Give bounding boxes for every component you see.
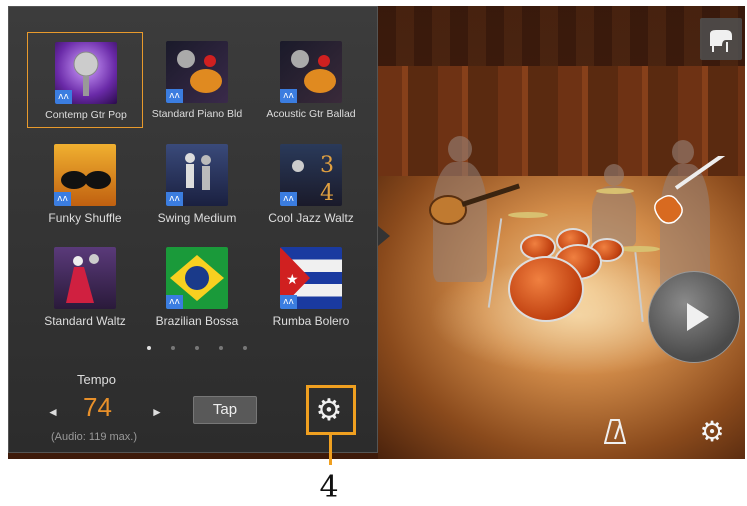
tempo-increase-button[interactable]: ► xyxy=(151,405,163,419)
cymbal xyxy=(508,212,548,218)
page-dot[interactable] xyxy=(171,346,175,350)
audio-icon: ʌʌ xyxy=(280,89,297,103)
jazz-34-icon: 3 4 ʌʌ xyxy=(280,144,342,206)
style-label: Rumba Bolero xyxy=(272,314,350,328)
page-dot[interactable] xyxy=(195,346,199,350)
guitarist-head xyxy=(448,136,472,162)
tempo-value[interactable]: 74 xyxy=(83,392,112,423)
svg-text:3: 3 xyxy=(320,153,334,178)
panel-pointer xyxy=(378,226,390,246)
stage-curtain xyxy=(378,6,745,66)
cuba-flag-icon: ★ ʌʌ xyxy=(280,247,342,309)
page-dot[interactable] xyxy=(219,346,223,350)
style-label: Brazilian Bossa xyxy=(155,314,239,328)
bass-drum xyxy=(508,256,584,322)
svg-text:4: 4 xyxy=(320,181,334,206)
page-dot[interactable] xyxy=(147,346,151,350)
style-label: Funky Shuffle xyxy=(48,211,122,225)
audio-icon: ʌʌ xyxy=(166,192,183,206)
style-player-screen: ⚙ ʌʌ Contemp Gtr Pop ʌʌ Standard Piano B… xyxy=(8,6,745,459)
style-tile[interactable]: ʌʌ Swing Medium xyxy=(139,135,255,231)
audio-icon: ʌʌ xyxy=(166,295,183,309)
cymbal xyxy=(620,246,660,252)
style-tile[interactable]: ʌʌ Contemp Gtr Pop xyxy=(27,32,143,128)
page-indicator xyxy=(147,346,257,352)
style-label: Standard Waltz xyxy=(44,314,126,328)
ballroom-dancers-icon xyxy=(54,247,116,309)
tempo-note: (Audio: 119 max.) xyxy=(51,431,138,443)
sunglasses-icon: ʌʌ xyxy=(54,144,116,206)
piano-icon xyxy=(710,30,732,52)
tap-button[interactable]: Tap xyxy=(193,396,257,424)
dancers-icon: ʌʌ xyxy=(166,144,228,206)
style-tile[interactable]: Standard Waltz xyxy=(27,238,143,334)
bass-guitar-icon xyxy=(654,156,727,224)
svg-text:★: ★ xyxy=(286,271,299,287)
style-tile[interactable]: 3 4 ʌʌ Cool Jazz Waltz xyxy=(253,135,369,231)
acoustic-guitar-icon xyxy=(429,183,520,225)
callout-highlight xyxy=(306,385,356,435)
style-tile[interactable]: ʌʌ Funky Shuffle xyxy=(27,135,143,231)
style-label: Swing Medium xyxy=(157,211,237,225)
style-label: Acoustic Gtr Ballad xyxy=(266,108,356,120)
drummer-head xyxy=(604,164,624,186)
tempo-decrease-button[interactable]: ◄ xyxy=(47,405,59,419)
microphone-guitar-icon: ʌʌ xyxy=(280,41,342,103)
audio-icon: ʌʌ xyxy=(55,90,72,104)
microphone-icon: ʌʌ xyxy=(55,42,117,104)
piano-button[interactable] xyxy=(700,18,742,60)
gear-icon[interactable]: ⚙ xyxy=(696,416,728,448)
tempo-label: Tempo xyxy=(77,372,117,387)
style-label: Cool Jazz Waltz xyxy=(268,211,354,225)
microphone-guitar-icon: ʌʌ xyxy=(166,41,228,103)
style-label: Standard Piano Bld xyxy=(151,108,243,120)
brazil-flag-icon: ʌʌ xyxy=(166,247,228,309)
callout-line xyxy=(329,435,332,465)
play-button[interactable] xyxy=(648,271,740,363)
play-icon xyxy=(687,303,709,331)
page-dot[interactable] xyxy=(243,346,247,350)
audio-icon: ʌʌ xyxy=(280,192,297,206)
metronome-icon[interactable] xyxy=(604,418,626,444)
cymbal xyxy=(596,188,634,194)
audio-icon: ʌʌ xyxy=(280,295,297,309)
style-label: Contemp Gtr Pop xyxy=(45,109,127,121)
callout-number: 4 xyxy=(319,470,339,505)
style-tile[interactable]: ʌʌ Standard Piano Bld xyxy=(139,32,255,128)
style-tile[interactable]: ʌʌ Acoustic Gtr Ballad xyxy=(253,32,369,128)
drummer-silhouette xyxy=(592,186,636,246)
style-tile[interactable]: ★ ʌʌ Rumba Bolero xyxy=(253,238,369,334)
audio-icon: ʌʌ xyxy=(54,192,71,206)
style-tile[interactable]: ʌʌ Brazilian Bossa xyxy=(139,238,255,334)
audio-icon: ʌʌ xyxy=(166,89,183,103)
